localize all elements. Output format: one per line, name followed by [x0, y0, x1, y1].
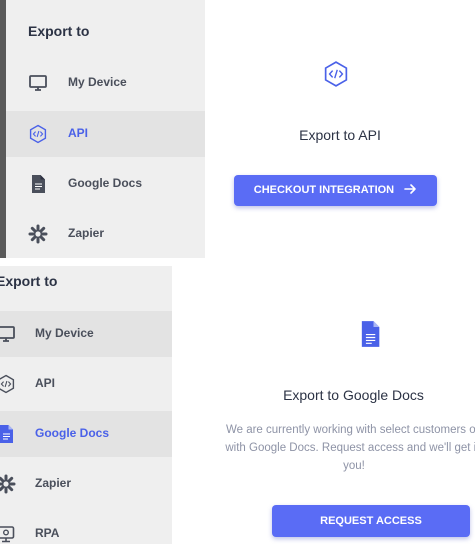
- api-code-icon: [0, 374, 16, 394]
- content-title: Export to Google Docs: [283, 387, 424, 403]
- sidebar-item-rpa[interactable]: RPA: [0, 511, 172, 544]
- sidebar-title: Export to: [0, 273, 58, 289]
- google-docs-icon: [358, 320, 382, 353]
- sidebar-item-label: Zapier: [68, 226, 105, 240]
- sidebar-item-zapier[interactable]: Zapier: [0, 461, 172, 507]
- description-line: We are currently working with select cus…: [225, 424, 475, 436]
- sidebar-item-zapier[interactable]: Zapier: [6, 211, 205, 257]
- sidebar-item-my-device[interactable]: My Device: [0, 311, 172, 357]
- content-title: Export to API: [299, 127, 381, 143]
- export-content: Export to Google Docs We are currently w…: [172, 266, 475, 544]
- sidebar-item-api[interactable]: API: [0, 361, 172, 407]
- export-sidebar: Export to My Device API Google Docs Zapi…: [6, 0, 205, 258]
- description-line: you!: [343, 460, 365, 472]
- zapier-icon: [28, 224, 48, 244]
- sidebar-item-label: API: [68, 126, 89, 140]
- google-docs-icon: [28, 174, 48, 194]
- sidebar-item-google-docs[interactable]: Google Docs: [0, 411, 172, 457]
- sidebar-item-api[interactable]: API: [6, 111, 205, 157]
- zapier-icon: [0, 474, 16, 494]
- export-dialog-api: Export to My Device API Google Docs Zapi…: [0, 0, 475, 258]
- api-code-icon: [322, 60, 350, 93]
- button-label: REQUEST ACCESS: [320, 515, 422, 527]
- monitor-icon: [0, 324, 16, 344]
- rpa-robot-icon: [0, 524, 16, 544]
- sidebar-item-label: My Device: [68, 75, 127, 89]
- api-code-icon: [28, 124, 48, 144]
- sidebar-item-label: My Device: [35, 326, 94, 340]
- google-docs-icon: [0, 424, 16, 444]
- export-dialog-google-docs: Export to My Device API Google Docs Zapi…: [0, 266, 475, 544]
- sidebar-title: Export to: [28, 23, 90, 39]
- export-sidebar: Export to My Device API Google Docs Zapi…: [0, 266, 172, 544]
- sidebar-item-label: RPA: [35, 526, 60, 540]
- sidebar-item-my-device[interactable]: My Device: [6, 60, 205, 106]
- description-line: with Google Docs. Request access and we'…: [225, 442, 475, 454]
- sidebar-item-label: Google Docs: [35, 426, 110, 440]
- export-content: Export to API CHECKOUT INTEGRATION: [205, 0, 475, 258]
- request-access-button[interactable]: REQUEST ACCESS: [272, 505, 470, 537]
- monitor-icon: [28, 73, 48, 93]
- sidebar-item-google-docs[interactable]: Google Docs: [6, 161, 205, 207]
- content-description: We are currently working with select cus…: [194, 421, 475, 475]
- sidebar-item-label: Zapier: [35, 476, 72, 490]
- sidebar-item-label: API: [35, 376, 56, 390]
- checkout-integration-button[interactable]: CHECKOUT INTEGRATION: [234, 175, 437, 206]
- sidebar-item-label: Google Docs: [68, 176, 143, 190]
- button-label: CHECKOUT INTEGRATION: [253, 184, 395, 196]
- arrow-right-icon: [403, 182, 417, 199]
